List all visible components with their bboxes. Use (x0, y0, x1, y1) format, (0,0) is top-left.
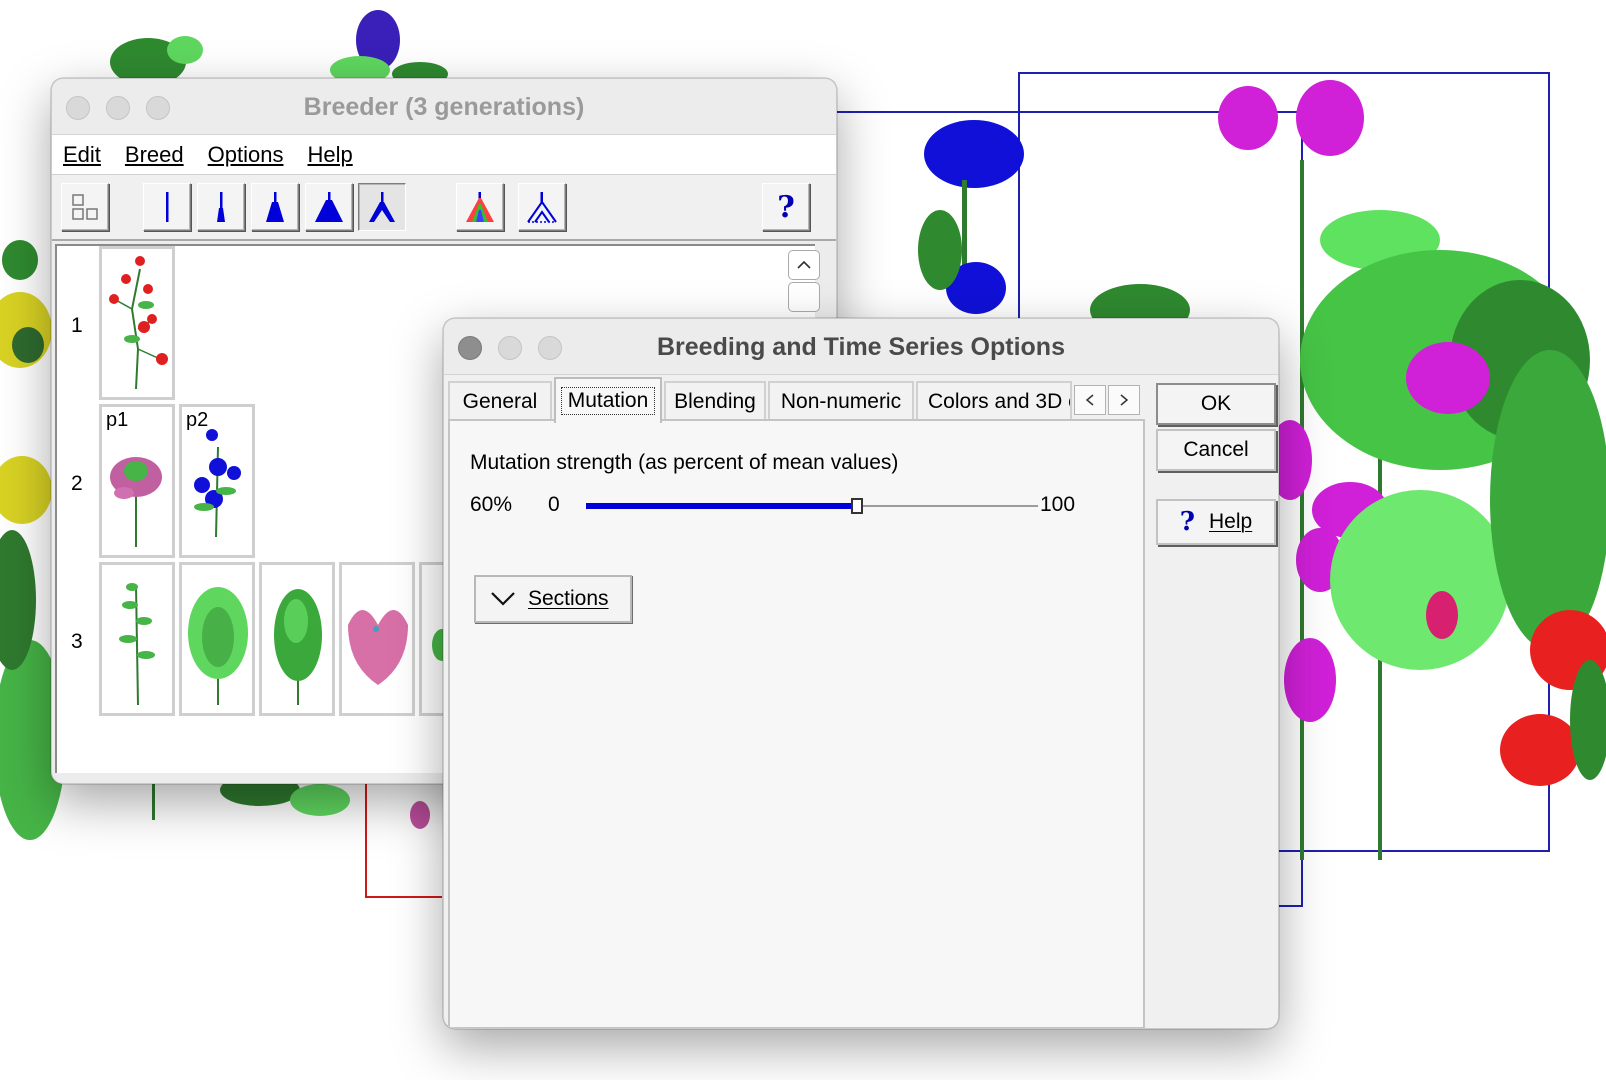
plant-thumbnail (109, 256, 168, 390)
chevron-up-icon (797, 260, 811, 269)
generation-row-label: 3 (71, 630, 83, 653)
slider-thumb[interactable] (851, 498, 864, 514)
variation-medium-button[interactable] (251, 183, 299, 231)
variation-custom-button[interactable] (358, 183, 406, 231)
menu-options[interactable]: Options (208, 142, 284, 168)
tab-blending[interactable]: Blending (664, 381, 766, 421)
plant-cell[interactable] (99, 562, 175, 716)
ok-label: OK (1200, 392, 1232, 415)
generations-view-icon (72, 194, 98, 220)
tab-label: Colors and 3D o (928, 390, 1072, 413)
vertical-scrollbar[interactable] (788, 250, 820, 312)
breeder-titlebar[interactable]: Breeder (3 generations) (52, 79, 836, 135)
tab-label: Mutation (560, 387, 656, 415)
colored-tree-button[interactable] (456, 183, 504, 231)
dialog-title: Breeding and Time Series Options (657, 333, 1065, 361)
plant-cell[interactable]: p2 (179, 404, 255, 558)
help-button[interactable]: ? Help (1156, 499, 1276, 545)
scroll-thumb[interactable] (788, 282, 820, 312)
tab-label: General (462, 390, 538, 413)
menu-help[interactable]: Help (307, 142, 352, 168)
menu-breed-label: Breed (124, 141, 184, 167)
variation-custom-icon (369, 192, 395, 222)
variation-low-button[interactable] (197, 183, 245, 231)
tab-non-numeric[interactable]: Non-numeric (768, 381, 914, 421)
plant-name: p2 (186, 409, 209, 431)
plant-cell[interactable]: p1 (99, 404, 175, 558)
mutation-value-text: 60% (470, 493, 513, 516)
slider-min-label: 0 (548, 493, 560, 516)
scroll-up-button[interactable] (788, 250, 820, 280)
menu-options-label: Options (207, 141, 284, 167)
slider-max-label: 100 (1040, 493, 1076, 516)
breeder-menubar: Edit Breed Options Help (52, 135, 836, 175)
tab-colors-and-3d[interactable]: Colors and 3D o (916, 381, 1072, 421)
variation-high-icon (315, 192, 343, 222)
cancel-button[interactable]: Cancel (1156, 429, 1276, 471)
breeder-help-button[interactable]: ? (762, 183, 810, 231)
plant-thumbnail (348, 610, 408, 685)
mutation-strength-label: Mutation strength (as percent of mean va… (470, 451, 899, 474)
help-icon: ? (777, 189, 795, 225)
menu-help-label: Help (307, 141, 353, 167)
generation-row-label: 1 (71, 314, 83, 337)
variation-none-button[interactable] (143, 183, 191, 231)
chevron-left-icon (1085, 394, 1094, 406)
tab-scroll-right-button[interactable] (1108, 385, 1140, 415)
plant-cell[interactable] (339, 562, 415, 716)
plant-name: p1 (106, 409, 129, 431)
help-icon: ? (1179, 507, 1196, 537)
dialog-titlebar[interactable]: Breeding and Time Series Options (444, 319, 1278, 375)
plant-thumbnail (119, 583, 155, 706)
menu-breed[interactable]: Breed (125, 142, 184, 168)
tab-general[interactable]: General (448, 381, 552, 421)
plant-thumbnail (274, 589, 322, 705)
variation-high-button[interactable] (305, 183, 353, 231)
variation-medium-icon (266, 192, 284, 222)
generation-row-label: 2 (71, 472, 83, 495)
tree-outline-icon (527, 192, 557, 223)
cancel-label: Cancel (1183, 438, 1249, 461)
mutation-panel: Mutation strength (as percent of mean va… (448, 419, 1145, 1028)
plant-thumbnail (188, 587, 248, 705)
tab-label: Blending (674, 390, 756, 413)
plant-cell[interactable] (99, 246, 175, 400)
menu-edit[interactable]: Edit (63, 142, 101, 168)
breeder-title: Breeder (3 generations) (303, 93, 585, 121)
variation-low-icon (217, 192, 225, 222)
generations-view-button[interactable] (61, 183, 109, 231)
options-dialog: Breeding and Time Series Options General… (443, 318, 1279, 1029)
plant-cell[interactable] (179, 562, 255, 716)
slider-fill (586, 503, 858, 509)
variation-none-icon (166, 192, 169, 222)
plant-cell[interactable] (259, 562, 335, 716)
sections-button[interactable]: Sections (474, 575, 632, 623)
breeder-toolbar: ? (52, 175, 836, 241)
sections-label: Sections (528, 587, 609, 610)
chevron-down-icon (491, 592, 515, 606)
mutation-strength-slider[interactable] (586, 498, 1038, 514)
tree-outline-button[interactable] (518, 183, 566, 231)
chevron-right-icon (1120, 394, 1129, 406)
tab-scroll-left-button[interactable] (1074, 385, 1106, 415)
help-label: Help (1209, 510, 1253, 533)
options-tabs: General Mutation Blending Non-numeric Co… (448, 377, 1148, 423)
mutation-strength-row: 60% 0 100 (470, 493, 1110, 523)
colored-tree-icon (466, 192, 494, 222)
tab-mutation[interactable]: Mutation (554, 377, 662, 423)
tab-label: Non-numeric (780, 390, 902, 413)
ok-button[interactable]: OK (1156, 383, 1276, 425)
menu-edit-label: Edit (63, 141, 101, 167)
